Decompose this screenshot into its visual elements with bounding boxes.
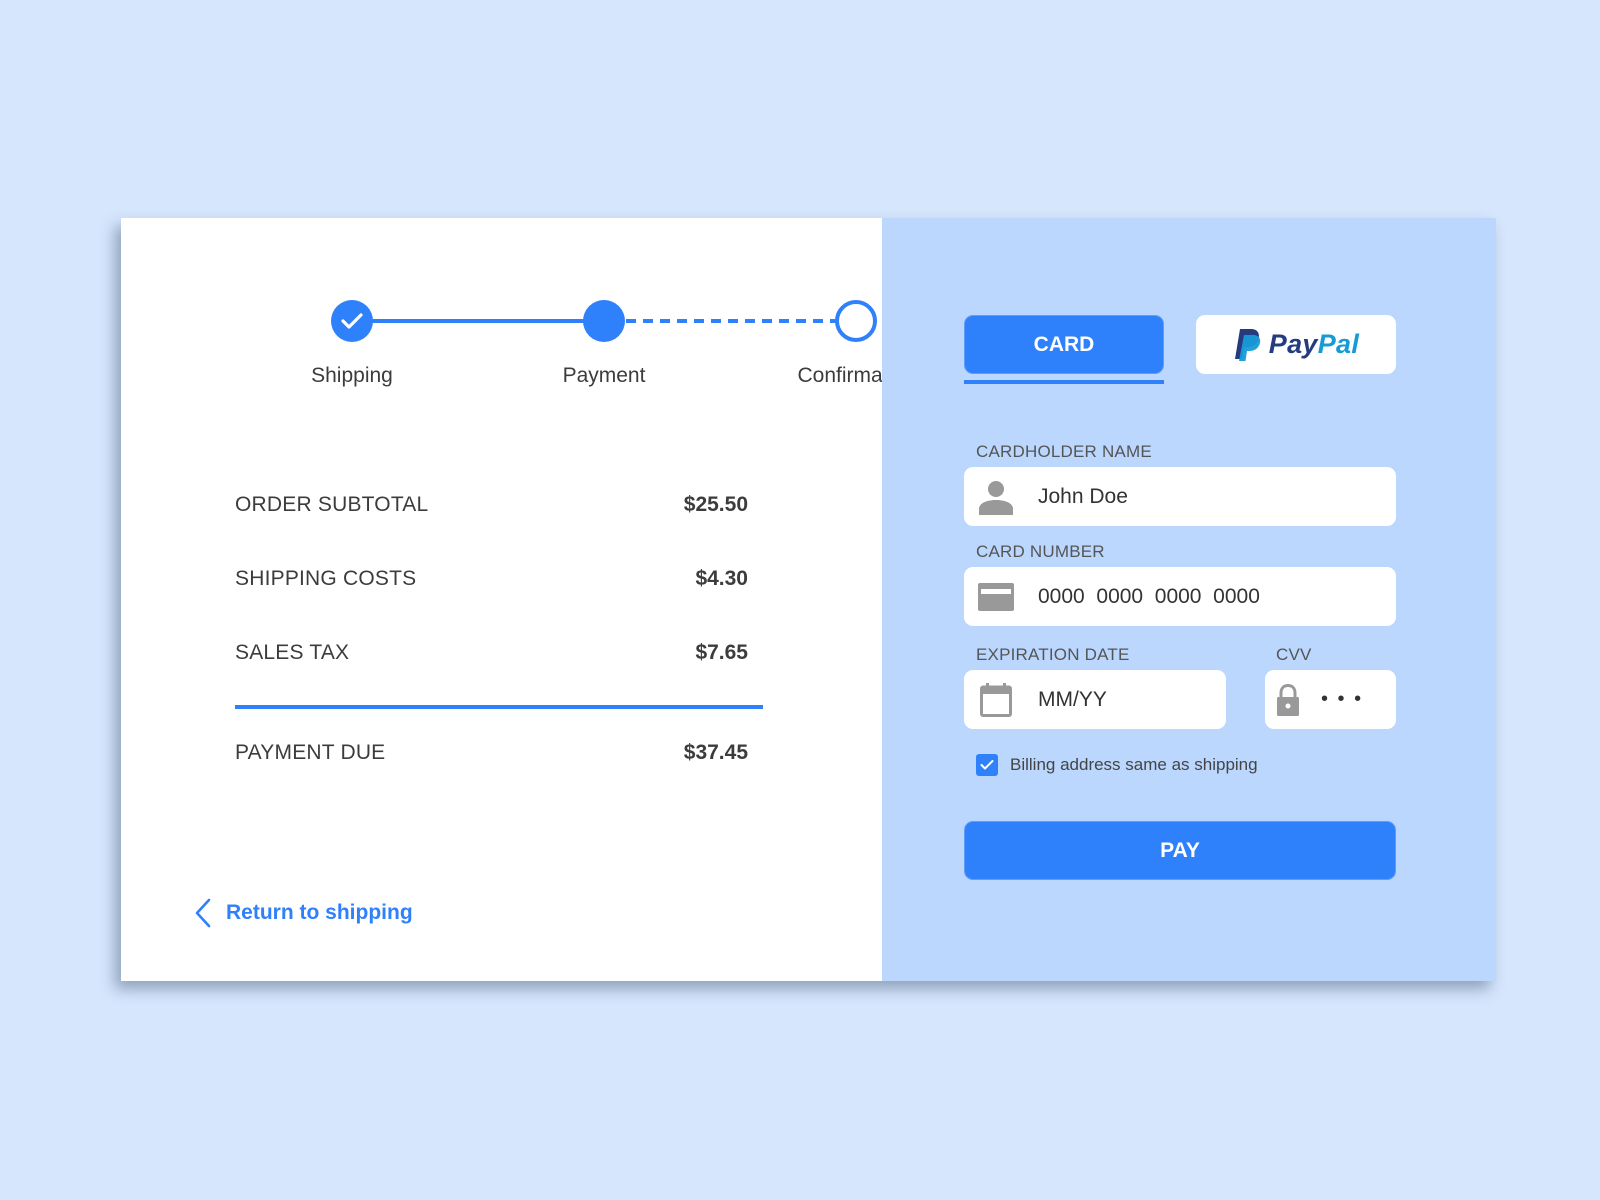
step-shipping-indicator[interactable] [331, 300, 373, 342]
tab-card-label: CARD [1033, 332, 1095, 356]
summary-row-shipping: SHIPPING COSTS $4.30 [235, 567, 748, 591]
check-icon [341, 313, 363, 329]
cvv-input[interactable] [1319, 687, 1393, 712]
step-shipping-label: Shipping [311, 364, 393, 387]
paypal-wordmark: PayPal [1268, 329, 1360, 359]
card-number-input[interactable] [1036, 583, 1340, 610]
return-to-shipping-label: Return to shipping [226, 901, 413, 924]
summary-value: $25.50 [683, 493, 748, 516]
summary-value: $4.30 [695, 567, 748, 590]
paypal-logo-icon [1234, 328, 1261, 361]
summary-label: ORDER SUBTOTAL [235, 493, 429, 516]
billing-same-label: Billing address same as shipping [1010, 755, 1258, 774]
user-icon [976, 479, 1016, 515]
checkout-card: Shipping Payment Confirmation ORDER SUBT… [121, 218, 1496, 981]
expiration-date-input[interactable] [1036, 686, 1190, 713]
cardholder-name-input[interactable] [1036, 483, 1340, 510]
total-label: PAYMENT DUE [235, 741, 386, 764]
stepper-line-completed [353, 319, 605, 323]
summary-divider [235, 705, 763, 709]
expiration-date-label: EXPIRATION DATE [976, 645, 1130, 664]
checkout-stepper: Shipping Payment Confirmation [121, 218, 917, 418]
stepper-line-upcoming [626, 319, 839, 323]
summary-row-total: PAYMENT DUE $37.45 [235, 741, 748, 765]
step-payment-indicator [583, 300, 625, 342]
pay-button[interactable]: PAY [964, 821, 1396, 880]
tab-card[interactable]: CARD [964, 315, 1164, 374]
billing-same-checkbox[interactable] [976, 754, 998, 776]
card-number-label: CARD NUMBER [976, 542, 1105, 561]
calendar-icon [976, 682, 1016, 717]
cardholder-name-label: CARDHOLDER NAME [976, 442, 1152, 461]
check-icon [980, 760, 994, 770]
card-number-field[interactable] [964, 567, 1396, 626]
billing-same-checkbox-row[interactable]: Billing address same as shipping [976, 754, 1258, 776]
summary-row-subtotal: ORDER SUBTOTAL $25.50 [235, 493, 748, 517]
summary-label: SALES TAX [235, 641, 350, 664]
order-summary-panel: Shipping Payment Confirmation ORDER SUBT… [121, 218, 917, 981]
expiration-date-field[interactable] [964, 670, 1226, 729]
payment-panel: CARD PayPal CARDHOLDER NAME CARD NUMBER … [882, 218, 1496, 981]
return-to-shipping-link[interactable]: Return to shipping [194, 898, 413, 928]
tab-card-active-indicator [964, 380, 1164, 384]
credit-card-icon [976, 582, 1016, 611]
summary-label: SHIPPING COSTS [235, 567, 417, 590]
cvv-field[interactable] [1265, 670, 1396, 729]
summary-value: $7.65 [695, 641, 748, 664]
chevron-left-icon [195, 898, 211, 928]
lock-icon [1275, 683, 1301, 716]
summary-row-tax: SALES TAX $7.65 [235, 641, 748, 665]
step-confirmation-indicator [835, 300, 877, 342]
total-value: $37.45 [683, 741, 748, 764]
step-payment-label: Payment [562, 364, 646, 387]
pay-button-label: PAY [1160, 838, 1200, 862]
cvv-label: CVV [1276, 645, 1312, 664]
cardholder-name-field[interactable] [964, 467, 1396, 526]
tab-paypal[interactable]: PayPal [1196, 315, 1396, 374]
